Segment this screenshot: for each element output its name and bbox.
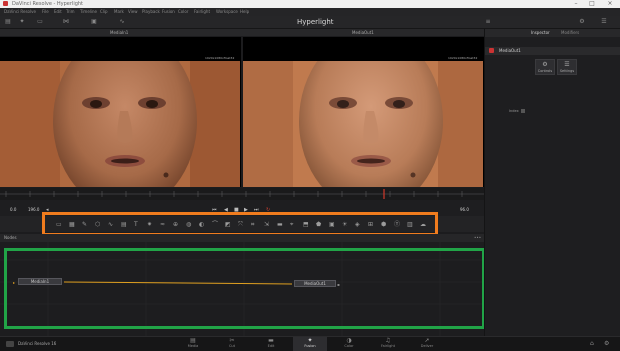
fairlight-icon: ♫ — [385, 337, 391, 344]
right-viewer[interactable]: 1920x1080xfloat32 — [243, 37, 484, 187]
cut-icon: ✂ — [229, 337, 235, 344]
metadata-icon[interactable]: ≡ — [484, 19, 492, 25]
settings-sub-icon: ☰ — [564, 61, 570, 68]
inspector-tabs — [485, 29, 620, 37]
menu-item-view[interactable]: View — [128, 9, 138, 14]
nodes-highlight-box — [4, 248, 485, 329]
page-navigation: DaVinci Resolve 16 ⌂ ⚙ ▤ Media ✂ Cut ▬ Edit ✦ F… — [0, 336, 620, 351]
menu-item-fairlight[interactable]: Fairlight — [194, 9, 210, 14]
menu-item-help[interactable]: Help — [240, 9, 249, 14]
app-brand: DaVinci Resolve 16 — [18, 341, 57, 346]
home-icon[interactable]: ⌂ — [590, 340, 594, 347]
menu-item-davinci-resolve[interactable]: DaVinci Resolve — [4, 9, 36, 14]
left-viewer-label: MediaIn1 — [110, 30, 129, 35]
clips-icon[interactable]: ▭ — [36, 19, 44, 25]
page-tab-label: Fairlight — [380, 344, 395, 348]
page-tab-fairlight[interactable]: ♫ Fairlight — [371, 337, 405, 351]
page-tab-deliver[interactable]: ➚ Deliver — [410, 337, 444, 351]
menu-item-trim[interactable]: Trim — [66, 9, 75, 14]
render-start-field[interactable]: 0.0 — [10, 207, 16, 212]
page-tab-label: Edit — [267, 344, 275, 348]
menu-item-edit[interactable]: Edit — [54, 9, 62, 14]
subtab-settings-label: Settings — [559, 69, 575, 73]
left-viewer[interactable]: 1920x1080xfloat32 — [0, 37, 241, 187]
console-icon[interactable]: ▣ — [90, 19, 98, 25]
minimize-icon[interactable]: – — [570, 0, 582, 8]
page-tab-fusion[interactable]: ✦ Fusion — [293, 337, 327, 351]
left-viewer-resolution: 1920x1080xfloat32 — [205, 56, 235, 60]
inspector-panel: Inspector Modifiers MediaOut1 ⚙ Controls… — [484, 29, 620, 336]
media-pool-icon[interactable]: ▤ — [4, 19, 12, 25]
tool-color-icon[interactable] — [489, 48, 494, 53]
tools-highlight-box — [42, 212, 438, 236]
tab-inspector[interactable]: Inspector — [531, 30, 550, 35]
page-tab-color[interactable]: ◑ Color — [332, 337, 366, 351]
color-icon: ◑ — [346, 337, 352, 344]
page-tab-label: Color — [344, 344, 354, 348]
project-settings-icon[interactable]: ⚙ — [604, 340, 609, 347]
menu-item-color[interactable]: Color — [178, 9, 188, 14]
menu-bar: DaVinci Resolve File Edit Trim Timeline Clip M… — [0, 8, 620, 16]
settings-icon[interactable]: ☰ — [600, 19, 608, 25]
subtab-controls-label: Controls — [537, 69, 553, 73]
nodes-header: Nodes ••• — [0, 234, 484, 242]
app-icon — [3, 1, 8, 6]
time-ruler[interactable] — [0, 188, 484, 200]
menu-item-timeline[interactable]: Timeline — [80, 9, 97, 14]
menu-item-clip[interactable]: Clip — [100, 9, 108, 14]
nodes-toggle-icon[interactable]: ⋈ — [62, 19, 70, 25]
page-tab-cut[interactable]: ✂ Cut — [215, 337, 249, 351]
spline-icon[interactable]: ∿ — [118, 19, 126, 25]
menu-item-mark[interactable]: Mark — [114, 9, 124, 14]
menu-item-playback[interactable]: Playback — [142, 9, 160, 14]
media-icon: ▤ — [190, 337, 196, 344]
subtab-settings[interactable]: ☰ Settings — [557, 59, 577, 75]
menu-item-file[interactable]: File — [42, 9, 49, 14]
right-viewer-resolution: 1920x1080xfloat32 — [448, 56, 478, 60]
ruler-ticks — [0, 189, 484, 199]
current-frame-field[interactable]: 196.0 — [28, 207, 39, 212]
menu-item-fusion[interactable]: Fusion — [162, 9, 175, 14]
maximize-icon[interactable]: □ — [586, 0, 598, 8]
controls-icon: ⚙ — [542, 61, 548, 68]
nodes-title: Nodes — [4, 235, 17, 240]
right-viewer-label: MediaOut1 — [352, 30, 374, 35]
window-title: DaVinci Resolve - Hyperlight — [12, 1, 84, 7]
control-value-field[interactable] — [521, 109, 525, 113]
control-label: Index — [509, 109, 519, 113]
viewer-header: MediaIn1 MediaOut1 — [0, 29, 484, 36]
fusion-icon: ✦ — [307, 337, 313, 344]
resolve-logo — [6, 341, 14, 347]
effects-library-icon[interactable]: ✦ — [18, 19, 26, 25]
top-toolbar: ▤ ✦ ▭ ⋈ ▣ ∿ Hyperlight ≡ ⚙ ☰ — [0, 16, 620, 29]
close-icon[interactable]: × — [604, 0, 616, 8]
edit-icon: ▬ — [268, 337, 274, 344]
page-tab-media[interactable]: ▤ Media — [176, 337, 210, 351]
inspector-toggle-icon[interactable]: ⚙ — [578, 19, 586, 25]
project-name: Hyperlight — [297, 18, 334, 26]
title-bar: DaVinci Resolve - Hyperlight – □ × — [0, 0, 620, 8]
menu-item-workspace[interactable]: Workspace — [216, 9, 238, 14]
viewer-image — [0, 61, 240, 187]
page-tab-label: Deliver — [420, 344, 434, 348]
inspector-tool-name: MediaOut1 — [499, 48, 521, 53]
render-end-field[interactable]: 96.0 — [460, 207, 469, 212]
subtab-controls[interactable]: ⚙ Controls — [535, 59, 555, 75]
tab-modifiers[interactable]: Modifiers — [561, 30, 579, 35]
page-tab-label: Cut — [228, 344, 236, 348]
deliver-icon: ➚ — [424, 337, 430, 344]
nodes-options-icon[interactable]: ••• — [474, 235, 481, 240]
page-tab-edit[interactable]: ▬ Edit — [254, 337, 288, 351]
page-tab-label: Media — [187, 344, 199, 348]
page-tab-label: Fusion — [304, 344, 316, 348]
viewer-image — [243, 61, 483, 187]
